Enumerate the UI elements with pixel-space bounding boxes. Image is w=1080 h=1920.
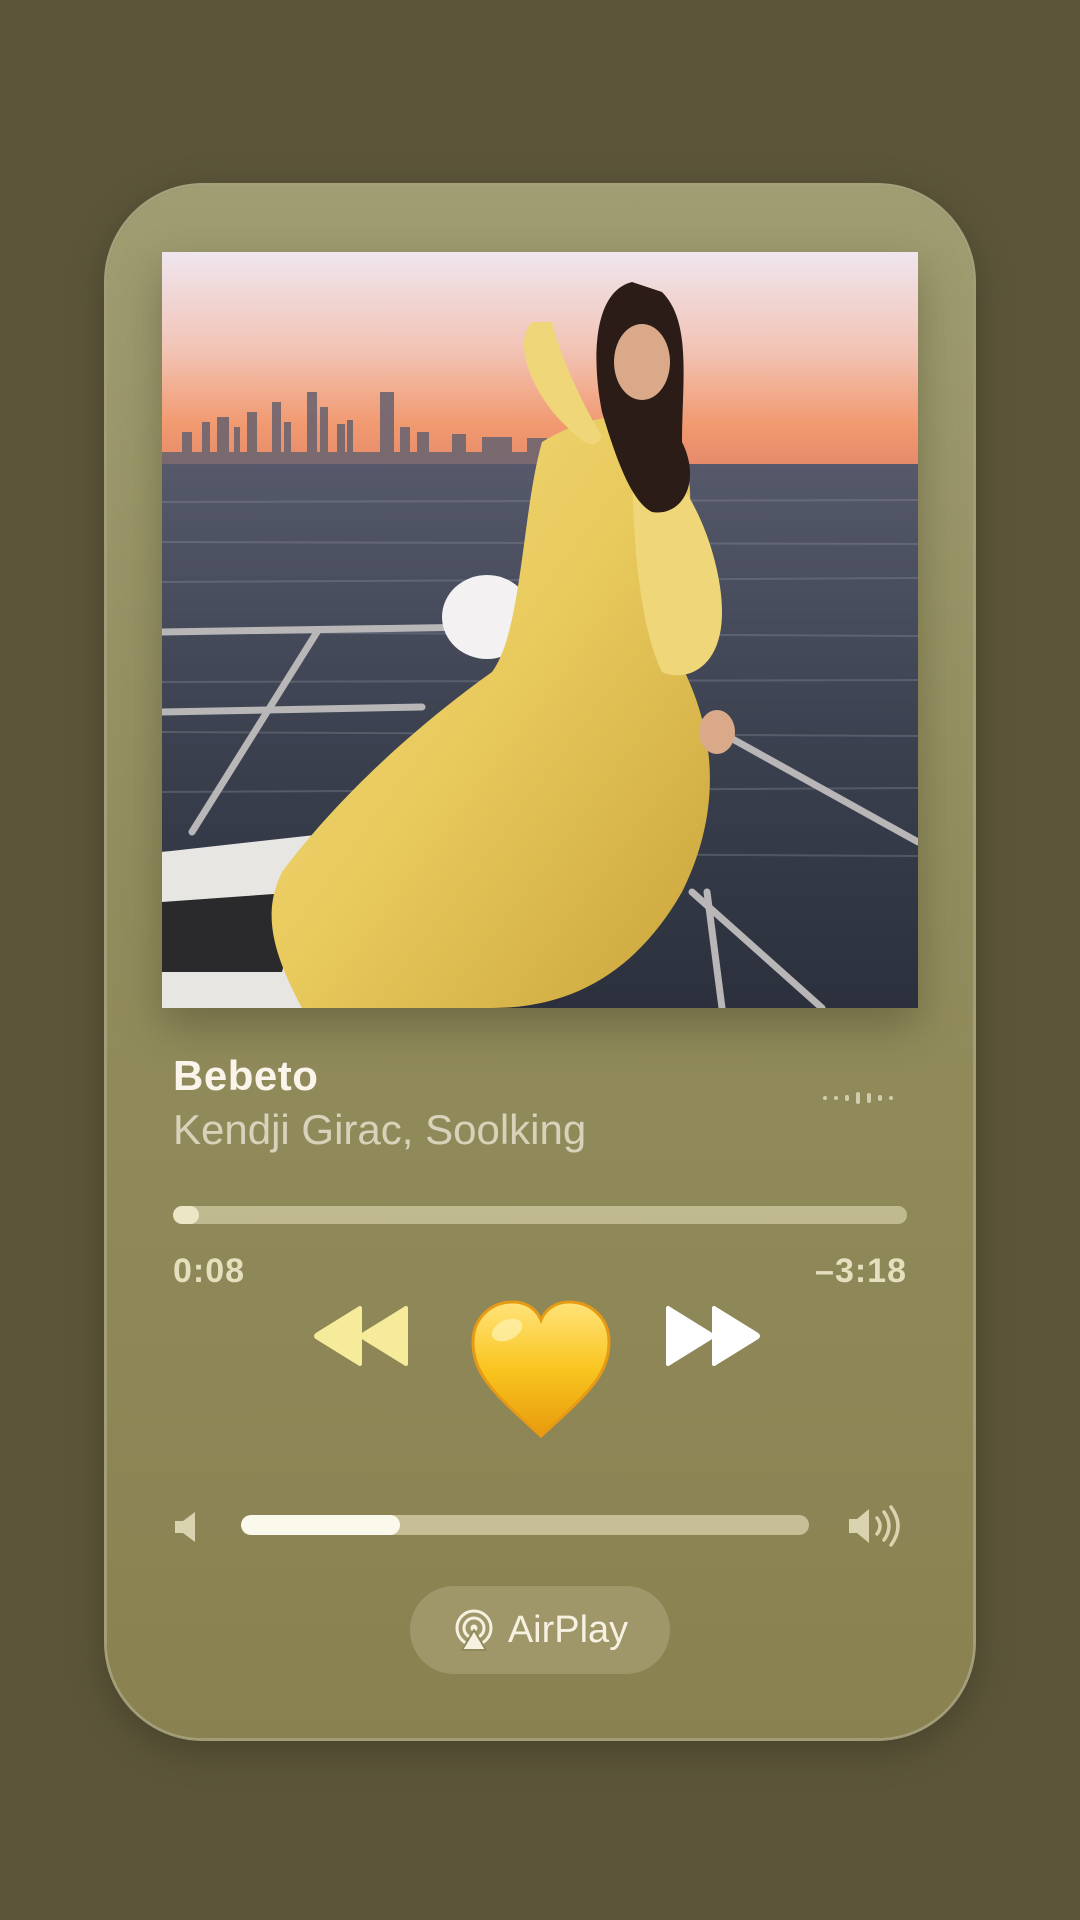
airplay-button[interactable]: AirPlay xyxy=(410,1586,670,1674)
rewind-icon xyxy=(314,1306,408,1366)
album-artwork[interactable] xyxy=(162,252,918,1008)
volume-high-icon xyxy=(847,1504,907,1553)
time-remaining: –3:18 xyxy=(815,1252,907,1290)
airplay-icon xyxy=(455,1609,493,1651)
song-artist[interactable]: Kendji Girac, Soolking xyxy=(173,1106,586,1154)
fast-forward-icon xyxy=(666,1306,760,1366)
rewind-button[interactable] xyxy=(312,1304,412,1373)
now-playing-card: Bebeto Kendji Girac, Soolking 0:08 –3:18 xyxy=(107,186,973,1738)
airplay-label: AirPlay xyxy=(507,1608,629,1651)
volume-slider-fill xyxy=(241,1515,401,1535)
yellow-heart-icon xyxy=(471,1300,611,1439)
audio-waveform-icon xyxy=(823,1088,893,1108)
page: Bebeto Kendji Girac, Soolking 0:08 –3:18 xyxy=(0,0,1080,1920)
time-elapsed: 0:08 xyxy=(173,1252,246,1290)
song-title[interactable]: Bebeto xyxy=(173,1052,318,1100)
volume-slider[interactable] xyxy=(241,1515,809,1535)
fast-forward-button[interactable] xyxy=(662,1304,762,1373)
play-pause-button[interactable] xyxy=(467,1296,615,1449)
playback-progress-bar[interactable] xyxy=(173,1206,907,1224)
volume-low-icon xyxy=(173,1510,203,1549)
album-artwork-image xyxy=(162,252,918,1008)
playback-progress-fill xyxy=(173,1206,199,1224)
